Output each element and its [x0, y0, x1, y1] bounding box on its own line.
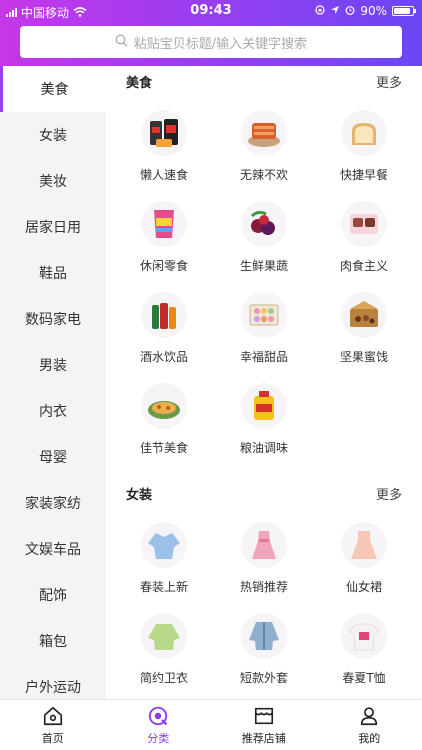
subcategory-item[interactable]: 粮油调味	[214, 373, 314, 464]
section-title: 女装	[126, 487, 153, 503]
tab-bar: 首页 分类 推荐店铺 我的	[0, 699, 422, 750]
tab-label: 首页	[41, 731, 64, 745]
spicy-snack-icon	[241, 110, 287, 156]
meat-icon	[341, 201, 387, 247]
sidebar-item-entertainment-car[interactable]: 文娱车品	[0, 526, 106, 572]
subcategory-item[interactable]: 酒水饮品	[114, 282, 214, 373]
fruit-icon	[241, 201, 287, 247]
section-header-womens: 女装 更多	[106, 478, 422, 508]
chips-icon	[141, 201, 187, 247]
sidebar-item-beauty[interactable]: 美妆	[0, 158, 106, 204]
subcategory-item[interactable]: 无辣不欢	[214, 100, 314, 191]
sidebar-item-accessories[interactable]: 配饰	[0, 572, 106, 618]
tab-home[interactable]: 首页	[0, 700, 106, 750]
subcategory-label: 生鲜果蔬	[239, 259, 288, 273]
sidebar-item-mens[interactable]: 男装	[0, 342, 106, 388]
blouse-icon	[141, 522, 187, 568]
denim-jacket-icon	[241, 613, 287, 659]
category-icon	[149, 706, 168, 725]
battery-percent: 90%	[360, 4, 387, 18]
subcategory-grid-womens: 春装上新 热销推荐 仙女裙 简约卫衣 短款外套 春夏T恤	[106, 508, 422, 694]
subcategory-item[interactable]: 肉食主义	[314, 191, 414, 282]
drinks-icon	[141, 292, 187, 338]
search-placeholder: 粘贴宝贝标题/输入关键字搜索	[133, 36, 308, 52]
subcategory-label: 佳节美食	[139, 441, 188, 455]
status-bar: 中国移动 09:43 90%	[0, 0, 422, 22]
tab-recommended-stores[interactable]: 推荐店铺	[211, 700, 317, 750]
more-link[interactable]: 更多	[376, 484, 402, 503]
section-title: 美食	[126, 75, 153, 91]
user-icon	[361, 706, 378, 725]
fairy-dress-icon	[341, 522, 387, 568]
sidebar-item-shoes[interactable]: 鞋品	[0, 250, 106, 296]
subcategory-label: 春装上新	[139, 580, 188, 594]
instant-food-icon	[141, 110, 187, 156]
nuts-icon	[341, 292, 387, 338]
macaron-icon	[241, 292, 287, 338]
store-icon	[254, 707, 273, 724]
oil-icon	[241, 383, 287, 429]
subcategory-label: 简约卫衣	[139, 671, 188, 685]
location-icon	[330, 4, 340, 18]
sidebar-item-outdoor[interactable]: 户外运动	[0, 664, 106, 699]
subcategory-label: 酒水饮品	[139, 350, 188, 364]
subcategory-item[interactable]: 坚果蜜饯	[314, 282, 414, 373]
sidebar-item-food[interactable]: 美食	[0, 66, 106, 112]
category-content: 美食 更多 懒人速食 无辣不欢 快捷早餐 休闲零食 生鲜果蔬 肉食主义 酒水饮品…	[106, 66, 422, 699]
sidebar-item-electronics[interactable]: 数码家电	[0, 296, 106, 342]
section-header-food: 美食 更多	[106, 66, 422, 96]
subcategory-label: 热销推荐	[239, 580, 288, 594]
subcategory-label: 无辣不欢	[239, 168, 288, 182]
sidebar-item-home-textile[interactable]: 家装家纺	[0, 480, 106, 526]
subcategory-item[interactable]: 春装上新	[114, 512, 214, 603]
subcategory-item[interactable]: 休闲零食	[114, 191, 214, 282]
subcategory-item[interactable]: 快捷早餐	[314, 100, 414, 191]
subcategory-label: 肉食主义	[339, 259, 388, 273]
tshirt-icon	[341, 613, 387, 659]
sidebar-item-bags[interactable]: 箱包	[0, 618, 106, 664]
subcategory-label: 幸福甜品	[239, 350, 288, 364]
festive-food-icon	[141, 383, 187, 429]
battery-icon	[392, 6, 416, 16]
subcategory-item[interactable]: 幸福甜品	[214, 282, 314, 373]
sidebar-item-underwear[interactable]: 内衣	[0, 388, 106, 434]
subcategory-item[interactable]: 懒人速食	[114, 100, 214, 191]
subcategory-item[interactable]: 春夏T恤	[314, 603, 414, 694]
pink-dress-icon	[241, 522, 287, 568]
subcategory-label: 粮油调味	[239, 441, 288, 455]
subcategory-item[interactable]: 生鲜果蔬	[214, 191, 314, 282]
sidebar-item-womens[interactable]: 女装	[0, 112, 106, 158]
subcategory-label: 快捷早餐	[339, 168, 388, 182]
subcategory-label: 仙女裙	[345, 580, 382, 594]
tab-category[interactable]: 分类	[106, 700, 212, 750]
subcategory-item[interactable]: 短款外套	[214, 603, 314, 694]
tab-label: 分类	[147, 731, 170, 745]
sidebar-item-household[interactable]: 居家日用	[0, 204, 106, 250]
orientation-lock-icon	[315, 4, 325, 18]
alarm-icon	[345, 4, 355, 18]
tab-profile[interactable]: 我的	[317, 700, 422, 750]
tab-label: 推荐店铺	[241, 731, 286, 745]
subcategory-label: 春夏T恤	[342, 671, 386, 685]
subcategory-grid-food: 懒人速食 无辣不欢 快捷早餐 休闲零食 生鲜果蔬 肉食主义 酒水饮品 幸福甜品 …	[106, 96, 422, 464]
sidebar-item-baby[interactable]: 母婴	[0, 434, 106, 480]
bread-icon	[341, 110, 387, 156]
subcategory-label: 坚果蜜饯	[339, 350, 388, 364]
subcategory-label: 短款外套	[239, 671, 288, 685]
search-bar[interactable]: 粘贴宝贝标题/输入关键字搜索	[20, 26, 402, 58]
subcategory-label: 懒人速食	[139, 168, 188, 182]
tab-label: 我的	[358, 731, 381, 745]
more-link[interactable]: 更多	[376, 72, 402, 91]
subcategory-item[interactable]: 佳节美食	[114, 373, 214, 464]
subcategory-item[interactable]: 仙女裙	[314, 512, 414, 603]
category-sidebar: 美食 女装 美妆 居家日用 鞋品 数码家电 男装 内衣 母婴 家装家纺 文娱车品…	[0, 66, 106, 699]
search-icon	[115, 34, 128, 51]
home-icon	[43, 706, 62, 725]
sweatshirt-icon	[141, 613, 187, 659]
subcategory-item[interactable]: 简约卫衣	[114, 603, 214, 694]
subcategory-item[interactable]: 热销推荐	[214, 512, 314, 603]
subcategory-label: 休闲零食	[139, 259, 188, 273]
header: 中国移动 09:43 90% 粘贴宝贝标题/输入关键字搜索	[0, 0, 422, 66]
